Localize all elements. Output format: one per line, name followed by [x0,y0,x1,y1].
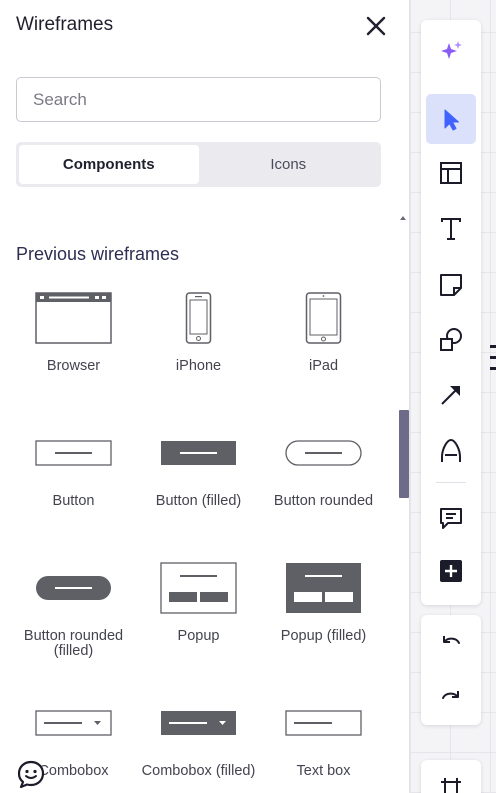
wireframe-item-combobox-filled[interactable]: Combobox (filled) [136,693,261,793]
wireframe-item-button[interactable]: Button [11,423,136,553]
panel-tabs: Components Icons [16,142,381,187]
connection-line-tool-button[interactable] [426,370,476,420]
comment-icon [440,508,462,529]
sticky-note-tool-button[interactable] [426,260,476,310]
text-box-icon [285,710,362,736]
redo-icon [442,691,459,699]
chat-smile-icon [17,760,45,789]
combobox-filled-icon [161,711,236,735]
button-rounded-filled-icon [36,576,111,600]
undo-button[interactable] [426,618,476,668]
shapes-tool-button[interactable] [426,315,476,365]
tab-components[interactable]: Components [19,145,199,184]
wireframe-item-text-box[interactable]: Text box [261,693,386,793]
sticky-note-icon [440,274,462,296]
popup-icon [160,562,237,614]
search-input[interactable] [16,77,381,122]
wireframe-label: Combobox (filled) [141,763,256,779]
canvas-object-fragment [490,345,496,425]
wireframe-label: Button rounded (filled) [23,628,124,659]
templates-tool-button[interactable] [426,148,476,198]
frame-icon [441,778,461,793]
wireframe-label: Button rounded [273,493,374,509]
browser-icon [35,292,112,344]
undo-icon [443,636,460,644]
wireframe-item-popup-filled[interactable]: Popup (filled) [261,558,386,688]
collapse-caret-icon[interactable] [400,216,406,220]
arrow-line-icon [441,386,460,405]
wireframe-label: Popup [177,628,220,644]
text-icon [441,218,461,240]
frames-toolbar [421,760,481,793]
tab-icons[interactable]: Icons [199,145,379,184]
ai-assist-button[interactable] [426,26,476,76]
main-toolbar [421,20,481,605]
wireframe-label: Browser [46,358,101,374]
cursor-arrow-icon [444,109,459,131]
comment-tool-button[interactable] [426,493,476,543]
wireframe-label: Text box [296,763,351,779]
wireframe-label: iPhone [175,358,222,374]
wireframe-item-button-rounded[interactable]: Button rounded [261,423,386,553]
panel-title: Wireframes [16,14,114,35]
wireframe-label: Button (filled) [155,493,242,509]
wireframe-label: Popup (filled) [280,628,367,644]
wireframe-item-ipad[interactable]: iPad [261,288,386,418]
toolbar-divider [436,482,466,483]
button-rounded-icon [285,440,362,466]
combobox-icon [35,710,112,736]
wireframe-label: Button [52,493,95,509]
sparkles-icon [441,41,462,59]
select-tool-button[interactable] [426,94,476,144]
wireframe-item-button-rounded-filled[interactable]: Button rounded (filled) [11,558,136,688]
button-icon [35,440,112,466]
add-more-tools-button[interactable] [426,546,476,596]
button-filled-icon [161,441,236,465]
chat-button[interactable] [16,759,46,789]
wireframe-item-browser[interactable]: Browser [11,288,136,418]
layout-icon [440,162,462,184]
pen-tool-button[interactable] [426,426,476,476]
wireframe-item-iphone[interactable]: iPhone [136,288,261,418]
wireframes-panel: Wireframes Components Icons Previous wir… [0,0,410,793]
wireframe-label: iPad [308,358,339,374]
text-tool-button[interactable] [426,204,476,254]
plus-square-icon [440,560,462,582]
wireframe-item-button-filled[interactable]: Button (filled) [136,423,261,553]
close-button[interactable] [362,12,390,40]
panel-scrollbar-thumb[interactable] [399,410,409,498]
section-title: Previous wireframes [16,244,180,264]
pen-icon [441,438,461,462]
ipad-icon [305,292,342,344]
close-icon [366,16,386,36]
iphone-icon [185,292,212,344]
history-toolbar [421,615,481,725]
shapes-icon [440,328,462,351]
popup-filled-icon [286,563,361,613]
redo-button[interactable] [426,673,476,723]
frames-button[interactable] [426,760,476,793]
wireframe-item-popup[interactable]: Popup [136,558,261,688]
